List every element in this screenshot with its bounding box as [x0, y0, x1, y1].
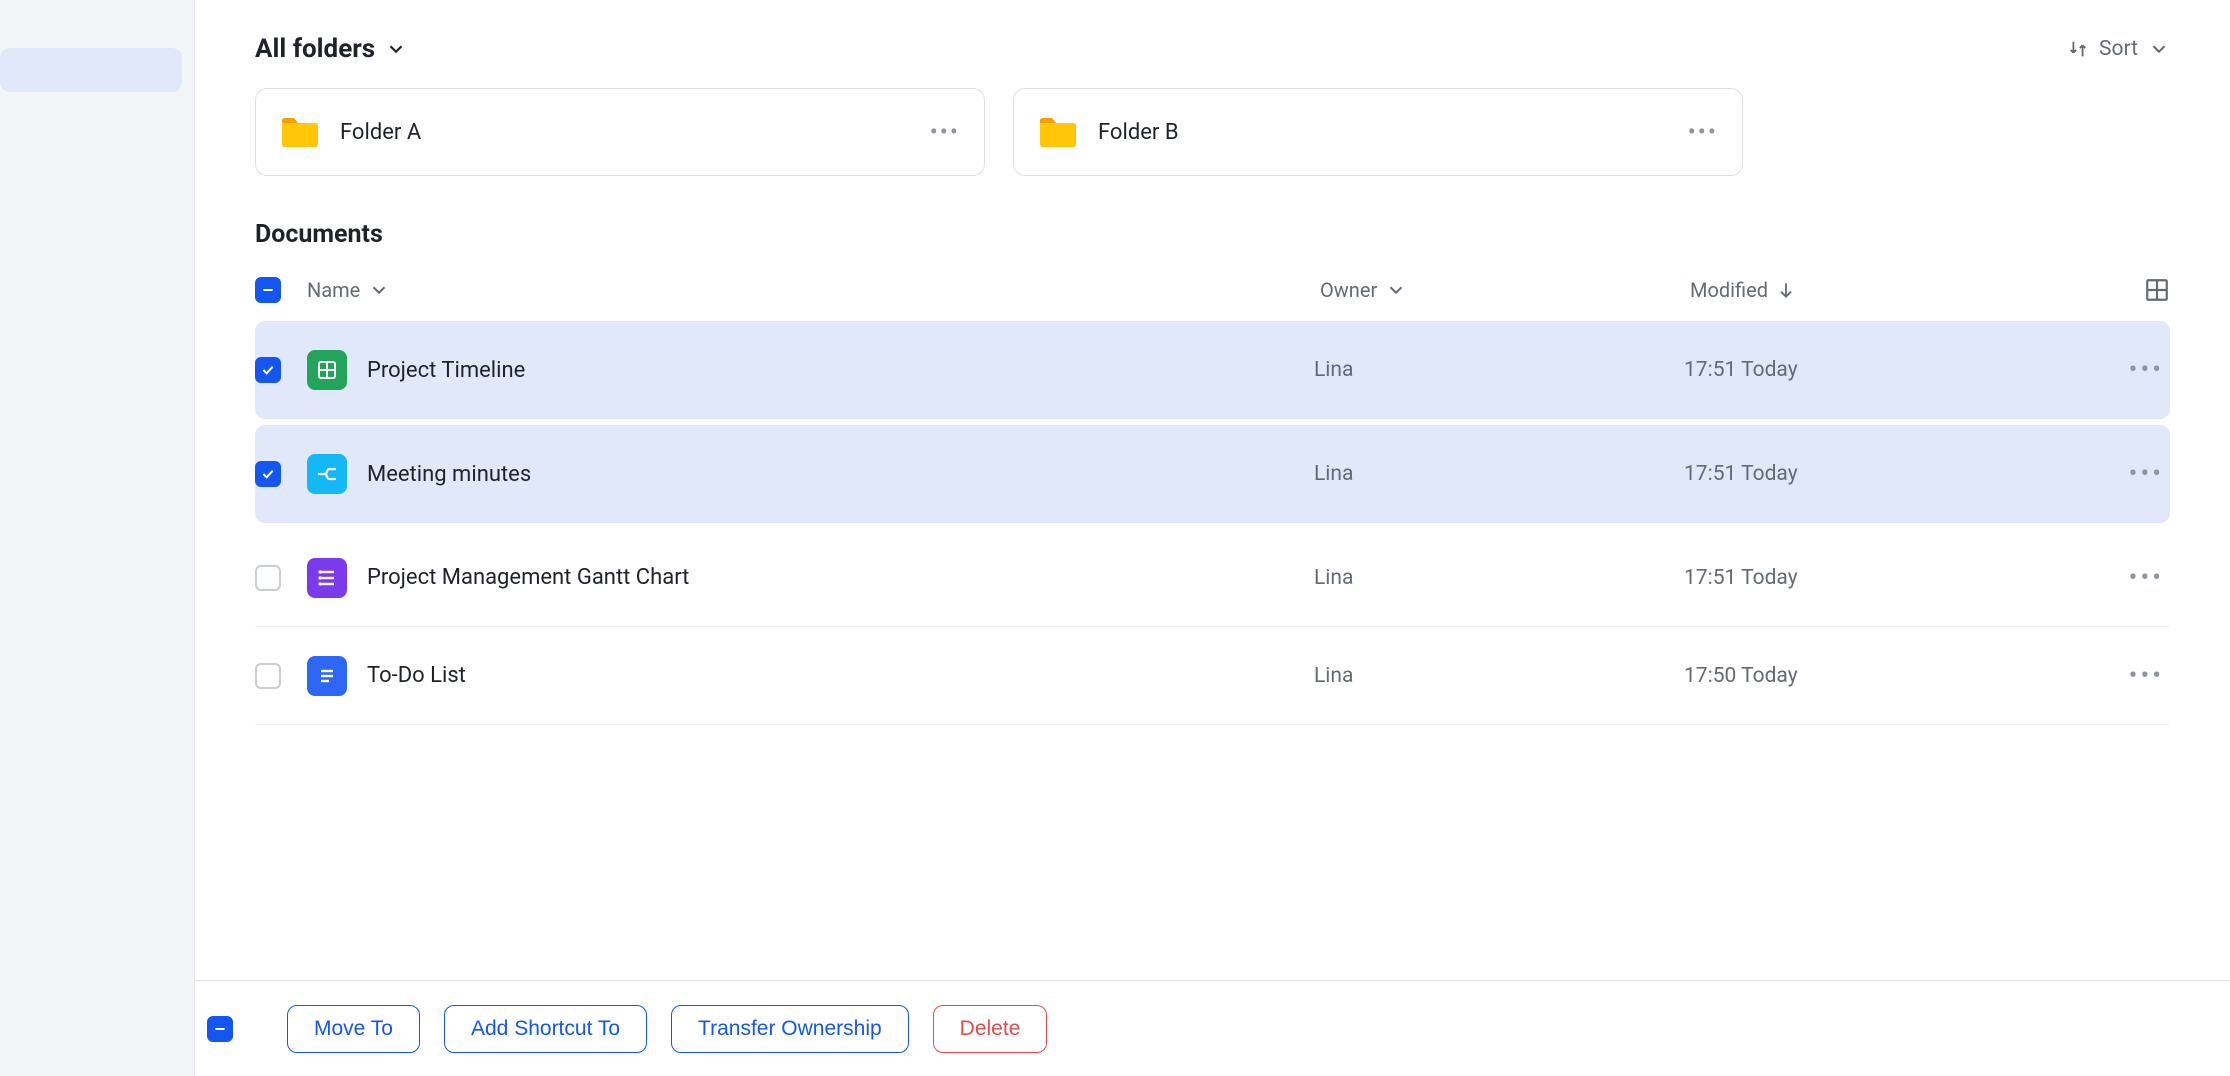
chevron-down-icon — [1385, 279, 1407, 301]
modified-cell: 17:51 Today — [1684, 566, 1798, 590]
owner-cell: Lina — [1314, 566, 1353, 590]
add-shortcut-button[interactable]: Add Shortcut To — [444, 1005, 647, 1053]
sidebar — [0, 0, 195, 1076]
column-modified-header[interactable]: Modified — [1690, 278, 2100, 302]
footer-select-checkbox[interactable] — [207, 1016, 233, 1042]
document-name: Project Timeline — [367, 358, 525, 383]
document-name: Meeting minutes — [367, 462, 531, 487]
sort-button[interactable]: Sort — [2067, 37, 2170, 61]
table-row[interactable]: To-Do List Lina 17:50 Today ••• — [255, 627, 2170, 725]
owner-cell: Lina — [1314, 664, 1353, 688]
content-scroll: All folders Sort Folder — [195, 0, 2230, 980]
document-name: Project Management Gantt Chart — [367, 565, 689, 590]
modified-cell: 17:50 Today — [1684, 664, 1798, 688]
table-header: Name Owner Modified — [255, 267, 2170, 321]
folder-name: Folder B — [1098, 120, 1668, 145]
chevron-down-icon — [385, 38, 407, 60]
table-row[interactable]: Meeting minutes Lina 17:51 Today ••• — [255, 425, 2170, 523]
select-all-checkbox[interactable] — [255, 277, 281, 303]
folder-icon — [280, 115, 320, 149]
chevron-down-icon — [368, 279, 390, 301]
mind-icon — [307, 454, 347, 494]
owner-cell: Lina — [1314, 462, 1353, 486]
document-rows: Project Timeline Lina 17:51 Today ••• Me… — [255, 321, 2170, 725]
sheet-icon — [307, 350, 347, 390]
column-owner-header[interactable]: Owner — [1320, 278, 1690, 302]
main-area: All folders Sort Folder — [195, 0, 2230, 1076]
sort-label: Sort — [2099, 37, 2138, 61]
row-more-button[interactable]: ••• — [2129, 563, 2164, 593]
row-more-button[interactable]: ••• — [2129, 661, 2164, 691]
table-row[interactable]: Project Timeline Lina 17:51 Today ••• — [255, 321, 2170, 419]
gantt-icon — [307, 558, 347, 598]
row-checkbox[interactable] — [255, 565, 281, 591]
owner-cell: Lina — [1314, 358, 1353, 382]
row-more-button[interactable]: ••• — [2129, 355, 2164, 385]
folder-card[interactable]: Folder A ••• — [255, 88, 985, 176]
column-name-header[interactable]: Name — [307, 278, 1320, 302]
chevron-down-icon — [2148, 38, 2170, 60]
document-name: To-Do List — [367, 663, 466, 688]
transfer-ownership-button[interactable]: Transfer Ownership — [671, 1005, 909, 1053]
folders-row: Folder A ••• Folder B ••• — [255, 88, 2170, 176]
row-checkbox[interactable] — [255, 461, 281, 487]
folder-card[interactable]: Folder B ••• — [1013, 88, 1743, 176]
folder-more-button[interactable]: ••• — [930, 118, 960, 146]
modified-cell: 17:51 Today — [1684, 358, 1798, 382]
folder-more-button[interactable]: ••• — [1688, 118, 1718, 146]
move-to-button[interactable]: Move To — [287, 1005, 420, 1053]
doc-icon — [307, 656, 347, 696]
modified-cell: 17:51 Today — [1684, 462, 1798, 486]
column-settings-icon[interactable] — [2144, 277, 2170, 303]
selection-action-bar: Move To Add Shortcut To Transfer Ownersh… — [195, 980, 2230, 1076]
all-folders-label: All folders — [255, 34, 375, 64]
arrow-down-icon — [1776, 280, 1796, 300]
folder-name: Folder A — [340, 120, 910, 145]
row-checkbox[interactable] — [255, 663, 281, 689]
documents-section-title: Documents — [255, 220, 2170, 249]
sidebar-active-item[interactable] — [0, 48, 182, 92]
row-checkbox[interactable] — [255, 357, 281, 383]
sort-icon — [2067, 38, 2089, 60]
folder-icon — [1038, 115, 1078, 149]
all-folders-dropdown[interactable]: All folders — [255, 34, 407, 64]
delete-button[interactable]: Delete — [933, 1005, 1048, 1053]
row-more-button[interactable]: ••• — [2129, 459, 2164, 489]
table-row[interactable]: Project Management Gantt Chart Lina 17:5… — [255, 529, 2170, 627]
